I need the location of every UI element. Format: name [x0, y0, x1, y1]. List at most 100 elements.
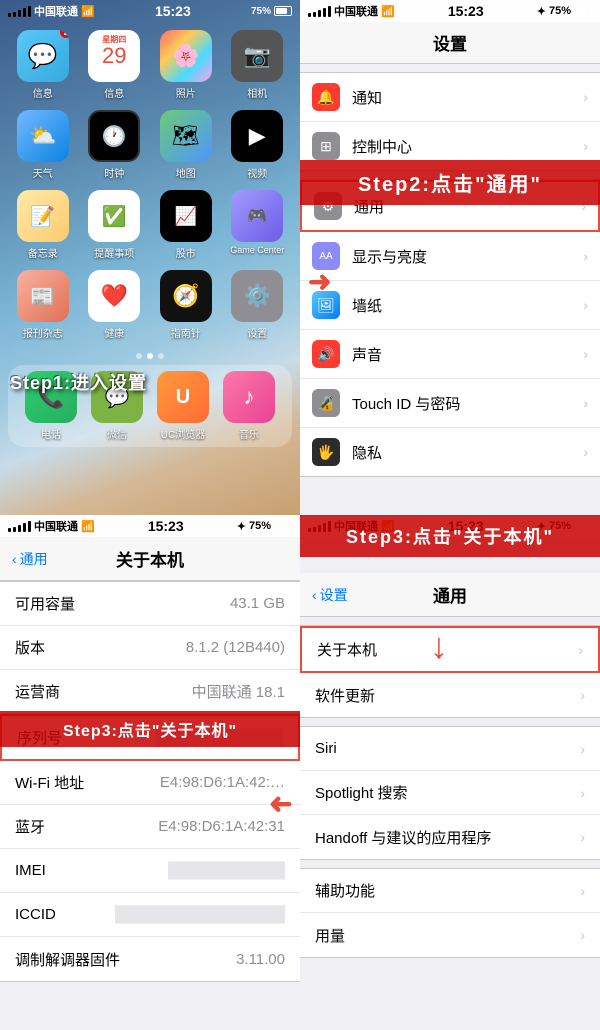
sound-icon: 🔊 [312, 340, 340, 368]
q1-status-bar: 中国联通 📶 15:23 75% [0, 0, 300, 22]
general-section-2: Siri › Spotlight 搜索 › Handoff 与建议的应用程序 › [300, 726, 600, 860]
privacy-chevron: › [583, 444, 588, 460]
display-chevron: › [583, 248, 588, 264]
app-calendar[interactable]: 星期四 29 信息 [84, 30, 146, 100]
q3-wifi: 📶 [81, 520, 95, 533]
privacy-icon: 🖐 [312, 438, 340, 466]
settings-row-touchid[interactable]: 🔏 Touch ID 与密码 › [300, 379, 600, 428]
q3-nav-bar: ‹ 通用 关于本机 [0, 537, 300, 581]
app-settings-label: 设置 [247, 325, 267, 340]
q4-back-chevron: ‹ [312, 587, 317, 603]
q2-title: 设置 [433, 35, 467, 54]
settings-row-sound[interactable]: 🔊 声音 › [300, 330, 600, 379]
q3-status-bar: 中国联通 📶 15:23 ✦ 75% [0, 515, 300, 537]
home-screen: 中国联通 📶 15:23 75% 💬 2 信息 [0, 0, 300, 515]
general-section-3: 辅助功能 › 用量 › [300, 868, 600, 958]
q3-back-chevron: ‹ [12, 551, 17, 567]
q2-nav-bar: 设置 [300, 22, 600, 64]
app-stocks[interactable]: 📈 股市 [155, 190, 217, 260]
app-maps[interactable]: 🗺 地图 [155, 110, 217, 180]
about-row-capacity: 可用容量 43.1 GB [0, 582, 300, 626]
wallpaper-chevron: › [583, 297, 588, 313]
handoff-label: Handoff 与建议的应用程序 [315, 827, 491, 848]
app-weather[interactable]: ⛅ 天气 [12, 110, 74, 180]
q2-battery-area: ✦ 75% [537, 5, 592, 18]
siri-chevron: › [580, 741, 585, 757]
sound-label: 声音 [352, 344, 583, 365]
q3-signal [8, 521, 31, 532]
about-row-wifi: Wi-Fi 地址 E4:98:D6:1A:42:… [0, 761, 300, 805]
app-ucbrowser-label: UC浏览器 [161, 426, 205, 441]
app-video-label: 视频 [247, 165, 267, 180]
notif-label: 通知 [352, 87, 583, 108]
app-messages-label: 信息 [33, 85, 53, 100]
q2-time: 15:23 [448, 3, 484, 19]
q3-time: 15:23 [148, 518, 184, 534]
control-label: 控制中心 [352, 136, 583, 157]
touchid-icon: 🔏 [312, 389, 340, 417]
about-row-bluetooth: 蓝牙 E4:98:D6:1A:42:31 [0, 805, 300, 849]
sound-chevron: › [583, 346, 588, 362]
q1-time: 15:23 [155, 3, 191, 19]
q3-carrier: 中国联通 📶 [8, 518, 95, 534]
q3-title: 关于本机 [116, 546, 184, 571]
general-row-about[interactable]: 关于本机 › [300, 626, 600, 673]
general-row-usage[interactable]: 用量 › [300, 913, 600, 957]
touchid-label: Touch ID 与密码 [352, 393, 583, 414]
q1-wifi-icon: 📶 [81, 5, 95, 18]
general-row-update[interactable]: 软件更新 › [300, 673, 600, 717]
app-photos[interactable]: 🌸 照片 [155, 30, 217, 100]
app-gamecenter[interactable]: 🎮 Game Center [227, 190, 289, 260]
capacity-label: 可用容量 [15, 593, 75, 614]
modem-label: 调制解调器固件 [15, 949, 120, 970]
settings-row-notif[interactable]: 🔔 通知 › [300, 73, 600, 122]
app-camera[interactable]: 📷 相机 [227, 30, 289, 100]
app-maps-label: 地图 [176, 165, 196, 180]
usage-chevron: › [580, 927, 585, 943]
app-ucbrowser[interactable]: U UC浏览器 [157, 371, 209, 441]
imei-label: IMEI [15, 862, 46, 879]
app-photos-label: 照片 [176, 85, 196, 100]
q4-back-button[interactable]: ‹ 设置 [312, 585, 348, 605]
capacity-value: 43.1 GB [230, 595, 285, 612]
privacy-label: 隐私 [352, 442, 583, 463]
app-clock[interactable]: 🕐 时钟 [84, 110, 146, 180]
step3-label: Step3:点击"关于本机" [300, 515, 600, 557]
red-arrow-q2: ➜ [308, 265, 331, 298]
app-compass[interactable]: 🧭 指南针 [155, 270, 217, 340]
app-camera-label: 相机 [247, 85, 267, 100]
app-grid: 💬 2 信息 星期四 29 信息 🌸 照片 📷 [0, 22, 300, 348]
app-newsstand-label: 报刊杂志 [23, 325, 63, 340]
general-row-handoff[interactable]: Handoff 与建议的应用程序 › [300, 815, 600, 859]
app-reminder[interactable]: ✅ 提醒事项 [84, 190, 146, 260]
siri-label: Siri [315, 740, 337, 757]
settings-screen: 中国联通 📶 15:23 ✦ 75% Step2:点击"通用" 设置 🔔 通知 … [300, 0, 600, 515]
app-settings[interactable]: ⚙️ 设置 [227, 270, 289, 340]
app-messages[interactable]: 💬 2 信息 [12, 30, 74, 100]
q2-bluetooth: ✦ [537, 5, 546, 18]
app-gamecenter-label: Game Center [230, 245, 284, 255]
general-row-spotlight[interactable]: Spotlight 搜索 › [300, 771, 600, 815]
app-weather-label: 天气 [33, 165, 53, 180]
q2-carrier-label: 中国联通 [334, 3, 378, 19]
app-phone-label: 电话 [41, 426, 61, 441]
q2-signal [308, 6, 331, 17]
accessibility-chevron: › [580, 883, 585, 899]
settings-row-privacy[interactable]: 🖐 隐私 › [300, 428, 600, 476]
app-notes[interactable]: 📝 备忘录 [12, 190, 74, 260]
app-music[interactable]: ♪ 音乐 [223, 371, 275, 441]
version-value: 8.1.2 (12B440) [186, 639, 285, 656]
red-arrow-q3: ➜ [269, 787, 292, 820]
version-label: 版本 [15, 637, 45, 658]
imei-value: ███████████ [168, 862, 285, 879]
step4-label: Step3:点击"关于本机" [0, 711, 300, 747]
app-health[interactable]: ❤️ 健康 [84, 270, 146, 340]
settings-row-wallpaper[interactable]: 🖼 墙纸 › [300, 281, 600, 330]
app-newsstand[interactable]: 📰 报刊杂志 [12, 270, 74, 340]
q3-back-button[interactable]: ‹ 通用 [12, 549, 48, 569]
settings-row-display[interactable]: AA 显示与亮度 › [300, 232, 600, 281]
general-row-siri[interactable]: Siri › [300, 727, 600, 771]
general-row-accessibility[interactable]: 辅助功能 › [300, 869, 600, 913]
app-video[interactable]: ▶ 视频 [227, 110, 289, 180]
q2-carrier: 中国联通 📶 [308, 3, 395, 19]
